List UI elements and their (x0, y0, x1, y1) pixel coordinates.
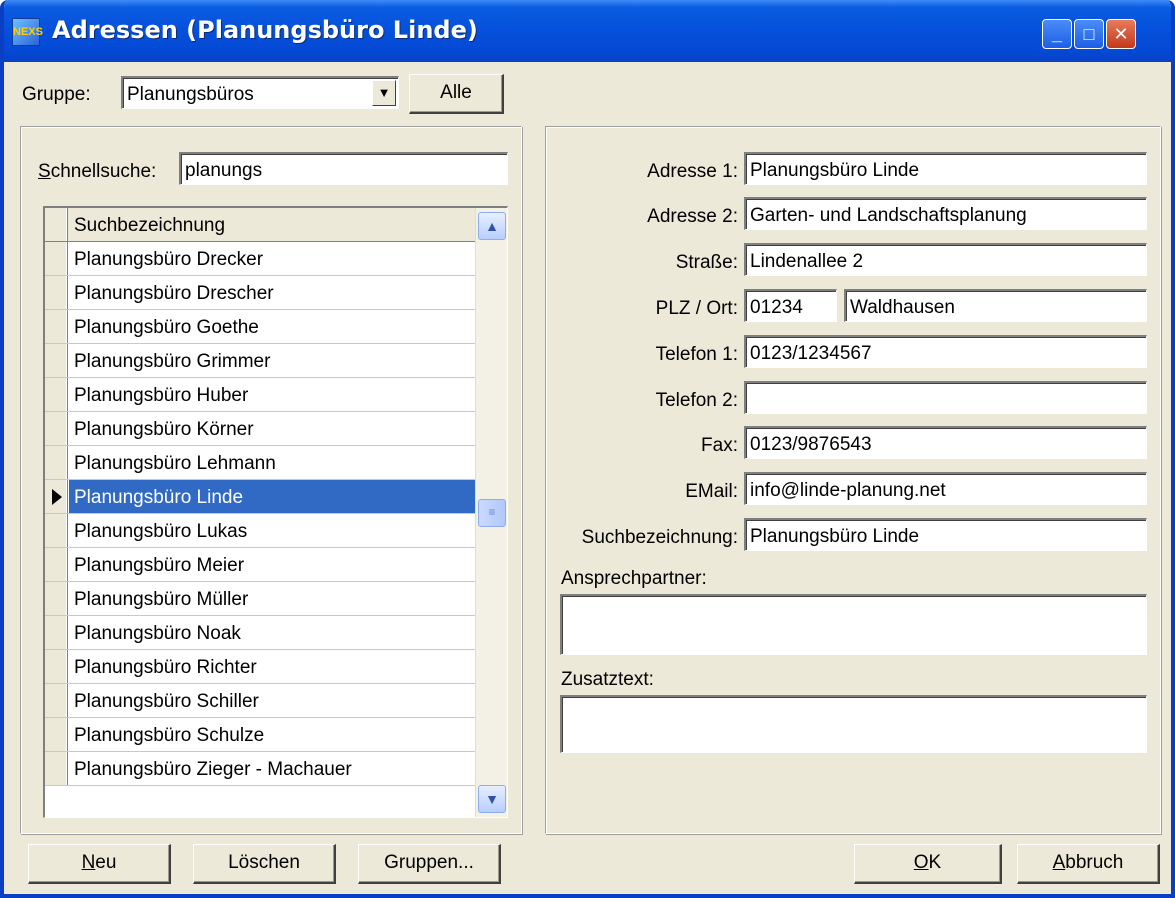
row-indicator[interactable] (45, 684, 68, 717)
telefon1-field[interactable]: 0123/1234567 (744, 335, 1147, 368)
adresse1-label: Adresse 1: (647, 161, 738, 182)
email-label: EMail: (685, 481, 738, 502)
row-indicator[interactable] (45, 276, 68, 309)
row-indicator[interactable] (45, 378, 68, 411)
ansprechpartner-textarea[interactable] (560, 594, 1147, 655)
vertical-scrollbar[interactable]: ▲ ≡ ▼ (475, 208, 507, 817)
zusatztext-textarea[interactable] (560, 695, 1147, 753)
scrollbar-thumb[interactable]: ≡ (478, 499, 506, 527)
table-row[interactable]: Planungsbüro Linde (45, 480, 475, 514)
groups-button[interactable]: Gruppen... (358, 844, 501, 884)
row-suchbezeichnung-cell[interactable]: Planungsbüro Noak (69, 616, 475, 649)
telefon1-label: Telefon 1: (655, 344, 738, 365)
chevron-down-icon[interactable]: ▼ (372, 80, 396, 106)
group-label: Gruppe: (22, 84, 91, 105)
row-suchbezeichnung-cell[interactable]: Planungsbüro Goethe (69, 310, 475, 343)
maximize-button[interactable]: □ (1074, 19, 1104, 49)
table-row[interactable]: Planungsbüro Drescher (45, 276, 475, 310)
strasse-label: Straße: (675, 252, 738, 273)
cancel-button[interactable]: Abbruch (1017, 844, 1160, 884)
address-dialog-window: NEXS Adressen (Planungsbüro Linde) _ □ ✕… (0, 0, 1175, 898)
group-dropdown[interactable]: Planungsbüros ▼ (121, 76, 399, 109)
table-row[interactable]: Planungsbüro Huber (45, 378, 475, 412)
row-indicator[interactable] (45, 752, 68, 785)
table-row[interactable]: Planungsbüro Lehmann (45, 446, 475, 480)
adresse1-field[interactable]: Planungsbüro Linde (744, 152, 1147, 185)
minimize-button[interactable]: _ (1042, 19, 1072, 49)
row-indicator[interactable] (45, 446, 68, 479)
adresse2-field[interactable]: Garten- und Landschaftsplanung (744, 197, 1147, 230)
suchbezeichnung-field[interactable]: Planungsbüro Linde (744, 518, 1147, 551)
row-suchbezeichnung-cell[interactable]: Planungsbüro Körner (69, 412, 475, 445)
table-row[interactable]: Planungsbüro Zieger - Machauer (45, 752, 475, 786)
ok-button[interactable]: OK (854, 844, 1002, 884)
row-suchbezeichnung-cell[interactable]: Planungsbüro Richter (69, 650, 475, 683)
delete-button[interactable]: Löschen (193, 844, 336, 884)
ansprechpartner-label: Ansprechpartner: (561, 568, 707, 589)
all-button[interactable]: Alle (409, 74, 504, 114)
table-row[interactable]: Planungsbüro Drecker (45, 242, 475, 276)
window-title: Adressen (Planungsbüro Linde) (52, 16, 478, 44)
row-indicator[interactable] (45, 480, 68, 513)
close-button[interactable]: ✕ (1106, 19, 1136, 49)
row-indicator[interactable] (45, 310, 68, 343)
row-suchbezeichnung-cell[interactable]: Planungsbüro Lukas (69, 514, 475, 547)
group-dropdown-value: Planungsbüros (127, 84, 254, 105)
telefon2-label: Telefon 2: (655, 390, 738, 411)
table-row[interactable]: Planungsbüro Noak (45, 616, 475, 650)
fax-label: Fax: (701, 435, 738, 456)
address-list-grid[interactable]: Suchbezeichnung Planungsbüro Drecker Plan… (43, 206, 508, 818)
title-bar[interactable]: NEXS Adressen (Planungsbüro Linde) _ □ ✕ (4, 0, 1171, 62)
table-row[interactable]: Planungsbüro Lukas (45, 514, 475, 548)
plz-ort-label: PLZ / Ort: (655, 298, 738, 319)
quicksearch-input[interactable]: planungs (179, 152, 508, 185)
row-suchbezeichnung-cell[interactable]: Planungsbüro Huber (69, 378, 475, 411)
email-field[interactable]: info@linde-planung.net (744, 472, 1147, 505)
table-row[interactable]: Planungsbüro Grimmer (45, 344, 475, 378)
row-indicator[interactable] (45, 616, 68, 649)
table-row[interactable]: Planungsbüro Schiller (45, 684, 475, 718)
ort-field[interactable]: Waldhausen (844, 289, 1147, 322)
scroll-up-icon[interactable]: ▲ (478, 212, 506, 240)
table-row[interactable]: Planungsbüro Schulze (45, 718, 475, 752)
table-row[interactable]: Planungsbüro Meier (45, 548, 475, 582)
table-row[interactable]: Planungsbüro Goethe (45, 310, 475, 344)
row-suchbezeichnung-cell[interactable]: Planungsbüro Schulze (69, 718, 475, 751)
zusatztext-label: Zusatztext: (561, 669, 654, 690)
telefon2-field[interactable] (744, 381, 1147, 414)
row-indicator[interactable] (45, 514, 68, 547)
row-suchbezeichnung-cell[interactable]: Planungsbüro Drescher (69, 276, 475, 309)
new-button[interactable]: Neu (28, 844, 171, 884)
scroll-down-icon[interactable]: ▼ (478, 785, 506, 813)
row-indicator[interactable] (45, 548, 68, 581)
row-indicator[interactable] (45, 412, 68, 445)
header-indicator (45, 208, 68, 241)
adresse2-label: Adresse 2: (647, 206, 738, 227)
row-indicator[interactable] (45, 650, 68, 683)
row-indicator[interactable] (45, 718, 68, 751)
row-suchbezeichnung-cell[interactable]: Planungsbüro Drecker (69, 242, 475, 275)
table-row[interactable]: Planungsbüro Müller (45, 582, 475, 616)
grid-header: Suchbezeichnung (45, 208, 475, 242)
table-row[interactable]: Planungsbüro Körner (45, 412, 475, 446)
row-suchbezeichnung-cell[interactable]: Planungsbüro Grimmer (69, 344, 475, 377)
row-indicator[interactable] (45, 242, 68, 275)
plz-field[interactable]: 01234 (744, 289, 837, 322)
row-suchbezeichnung-cell[interactable]: Planungsbüro Meier (69, 548, 475, 581)
current-row-pointer-icon (52, 489, 62, 505)
row-indicator[interactable] (45, 344, 68, 377)
row-suchbezeichnung-cell[interactable]: Planungsbüro Schiller (69, 684, 475, 717)
fax-field[interactable]: 0123/9876543 (744, 426, 1147, 459)
column-header-suchbezeichnung[interactable]: Suchbezeichnung (69, 208, 475, 241)
row-indicator[interactable] (45, 582, 68, 615)
suchbezeichnung-label: Suchbezeichnung: (581, 527, 738, 548)
table-row[interactable]: Planungsbüro Richter (45, 650, 475, 684)
row-suchbezeichnung-cell[interactable]: Planungsbüro Lehmann (69, 446, 475, 479)
strasse-field[interactable]: Lindenallee 2 (744, 243, 1147, 276)
row-suchbezeichnung-cell[interactable]: Planungsbüro Linde (69, 480, 475, 513)
row-suchbezeichnung-cell[interactable]: Planungsbüro Müller (69, 582, 475, 615)
row-suchbezeichnung-cell[interactable]: Planungsbüro Zieger - Machauer (69, 752, 475, 785)
app-icon: NEXS (12, 18, 43, 46)
quicksearch-label: Schnellsuche: (38, 161, 157, 182)
